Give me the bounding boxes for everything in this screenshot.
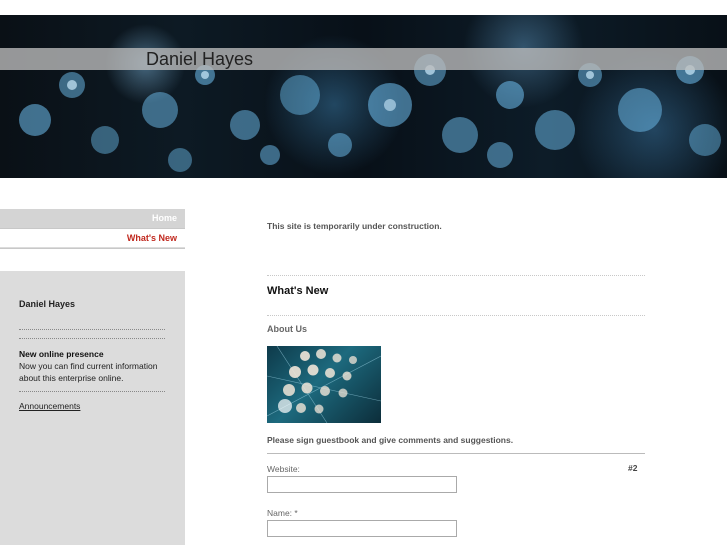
sidebar-name: Daniel Hayes (19, 299, 76, 309)
content-divider (267, 275, 645, 276)
website-label: Website: (267, 464, 300, 474)
entry-number: #2 (628, 463, 638, 473)
about-title: About Us (267, 324, 307, 334)
sidebar-divider (19, 391, 165, 392)
news-title: New online presence (19, 349, 104, 359)
site-title[interactable]: Daniel Hayes (146, 48, 253, 70)
title-strip: Daniel Hayes (0, 48, 727, 70)
sidebar-divider (19, 338, 165, 339)
guestbook-divider (267, 453, 645, 454)
content-divider (267, 315, 645, 316)
section-title: What's New (267, 285, 329, 297)
header-banner: Daniel Hayes (0, 15, 727, 178)
sidebar-divider (19, 329, 165, 330)
announcements-link[interactable]: Announcements (19, 401, 80, 411)
main-content: This site is temporarily under construct… (267, 209, 645, 545)
name-label: Name: * (267, 508, 298, 518)
construction-notice: This site is temporarily under construct… (267, 221, 442, 231)
sidebar: Home What's New Daniel Hayes New online … (0, 209, 185, 545)
website-input[interactable] (267, 476, 457, 493)
nav-item-whats-new[interactable]: What's New (0, 228, 185, 247)
guestbook-prompt: Please sign guestbook and give comments … (267, 435, 514, 445)
bokeh-lights-image (19, 54, 721, 172)
name-input[interactable] (267, 520, 457, 537)
news-text: Now you can find current information abo… (19, 361, 158, 383)
nav-item-home[interactable]: Home (0, 209, 185, 228)
about-image (267, 346, 381, 423)
nav-spacer (0, 248, 185, 271)
